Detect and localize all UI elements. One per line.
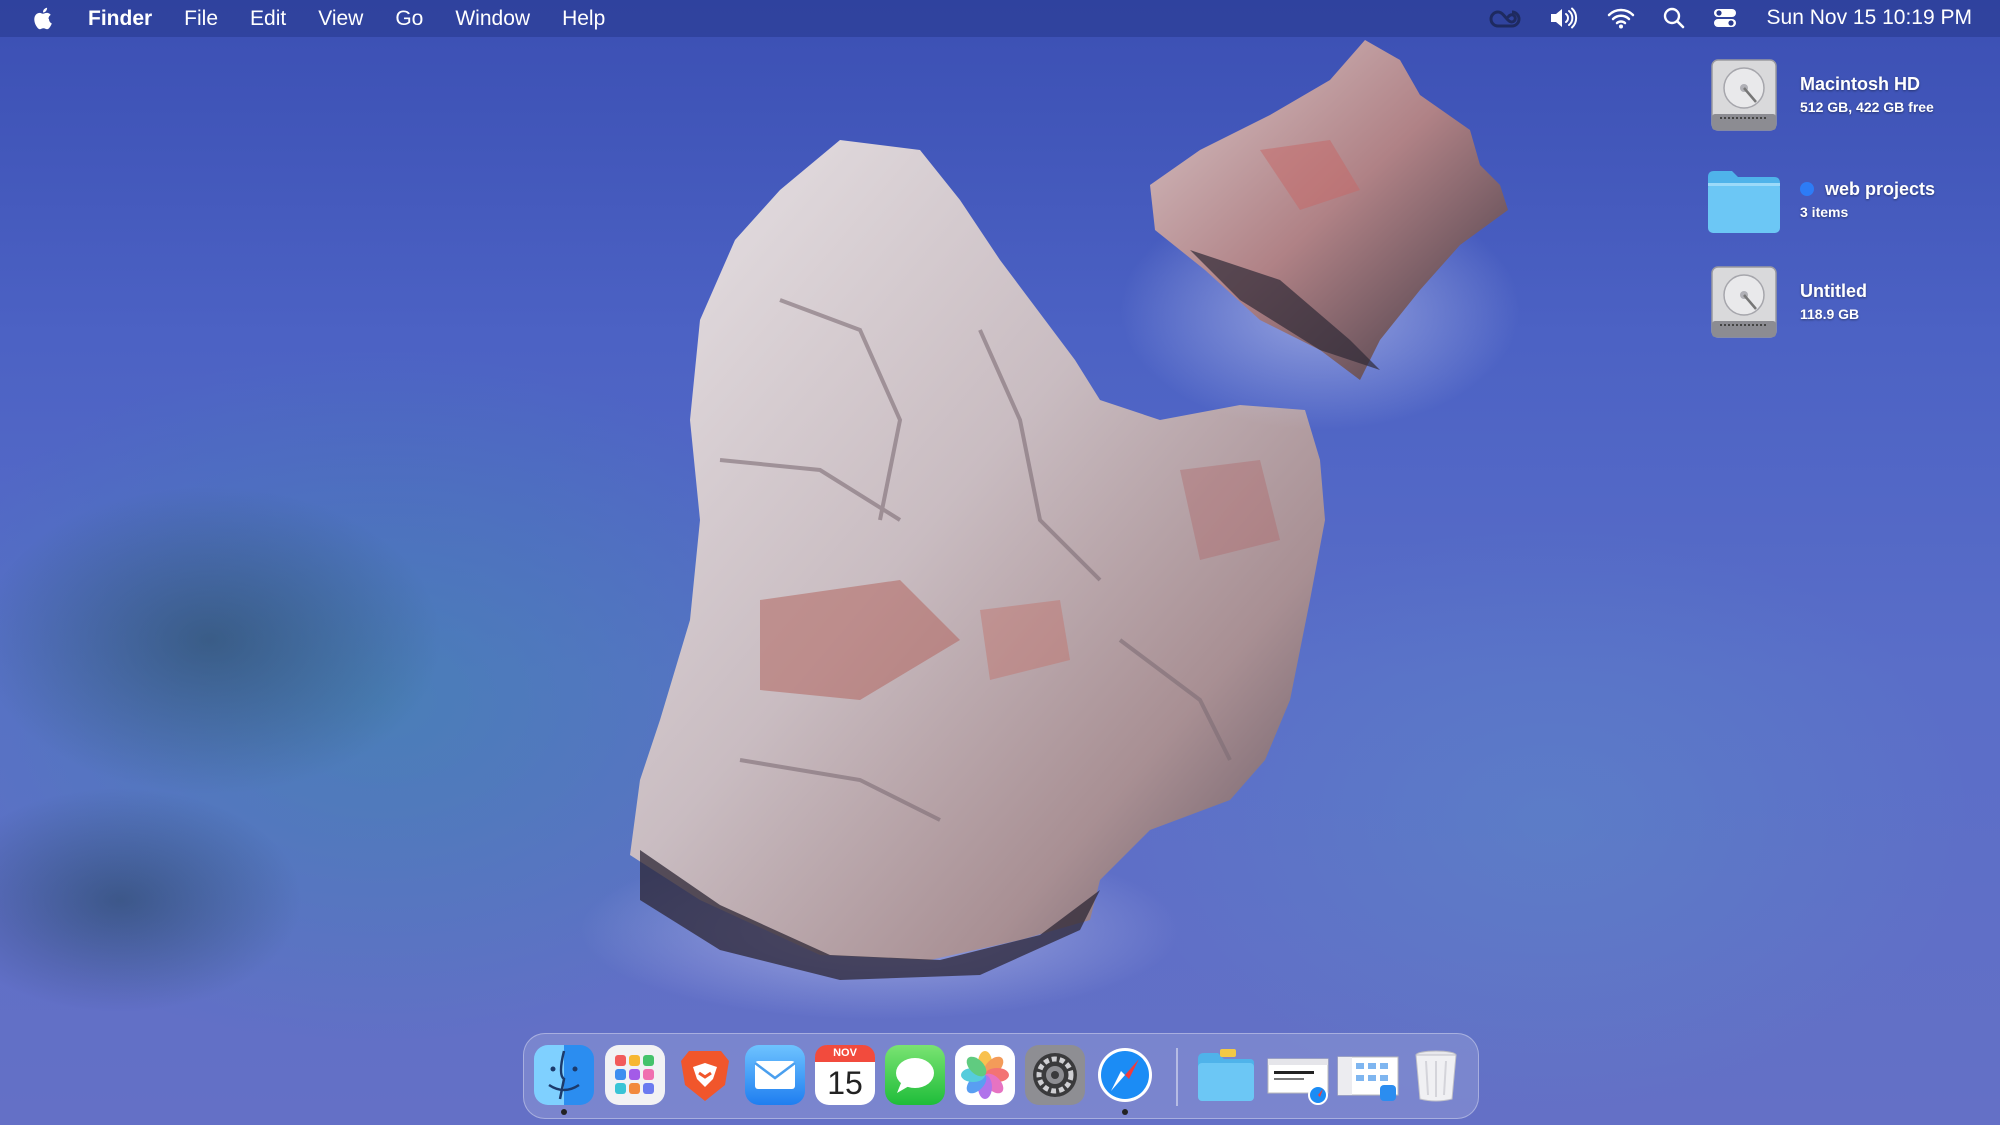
dock-running-indicator xyxy=(561,1109,567,1115)
desktop-item-name: web projects xyxy=(1800,179,1935,200)
dock-brave-icon[interactable] xyxy=(675,1045,735,1105)
desktop-item-name-text: web projects xyxy=(1825,179,1936,199)
calendar-month: NOV xyxy=(815,1045,875,1062)
folder-icon xyxy=(1706,167,1782,247)
dock-mail-icon[interactable] xyxy=(745,1045,805,1105)
dock-finder-window-icon[interactable] xyxy=(1336,1045,1399,1105)
dock-calendar-icon[interactable]: NOV 15 xyxy=(815,1045,875,1105)
dock-messages-icon[interactable] xyxy=(885,1045,945,1105)
dock-finder-icon[interactable] xyxy=(534,1045,594,1105)
blue-tag-dot xyxy=(1800,182,1814,196)
dock-downloads-folder-icon[interactable] xyxy=(1196,1045,1256,1105)
dock-photos-icon[interactable] xyxy=(955,1045,1015,1105)
dock-running-indicator xyxy=(1122,1109,1128,1115)
desktop-item-name: Untitled xyxy=(1800,281,1867,301)
dock-system-preferences-icon[interactable] xyxy=(1025,1045,1085,1105)
wallpaper-rocks xyxy=(580,40,1520,1020)
desktop-item-web-projects[interactable]: web projects 3 items xyxy=(1706,167,1996,251)
dock: NOV 15 xyxy=(523,1033,1479,1119)
desktop-item-name: Macintosh HD xyxy=(1800,74,1921,94)
desktop-item-macintosh-hd[interactable]: Macintosh HD 512 GB, 422 GB free xyxy=(1706,56,1996,140)
desktop-item-subtitle: 3 items xyxy=(1800,204,1849,220)
dock-separator xyxy=(1176,1048,1178,1106)
dock-safari-icon[interactable] xyxy=(1095,1045,1155,1105)
dock-safari-window-icon[interactable] xyxy=(1266,1045,1329,1105)
hard-drive-icon xyxy=(1706,263,1782,343)
desktop-item-untitled[interactable]: Untitled 118.9 GB xyxy=(1706,263,1996,347)
desktop-item-subtitle: 512 GB, 422 GB free xyxy=(1800,99,1934,115)
dock-trash-icon[interactable] xyxy=(1406,1045,1466,1105)
hard-drive-icon xyxy=(1706,56,1782,136)
desktop-item-subtitle: 118.9 GB xyxy=(1800,306,1860,322)
calendar-day: 15 xyxy=(827,1065,863,1101)
dock-launchpad-icon[interactable] xyxy=(605,1045,665,1105)
